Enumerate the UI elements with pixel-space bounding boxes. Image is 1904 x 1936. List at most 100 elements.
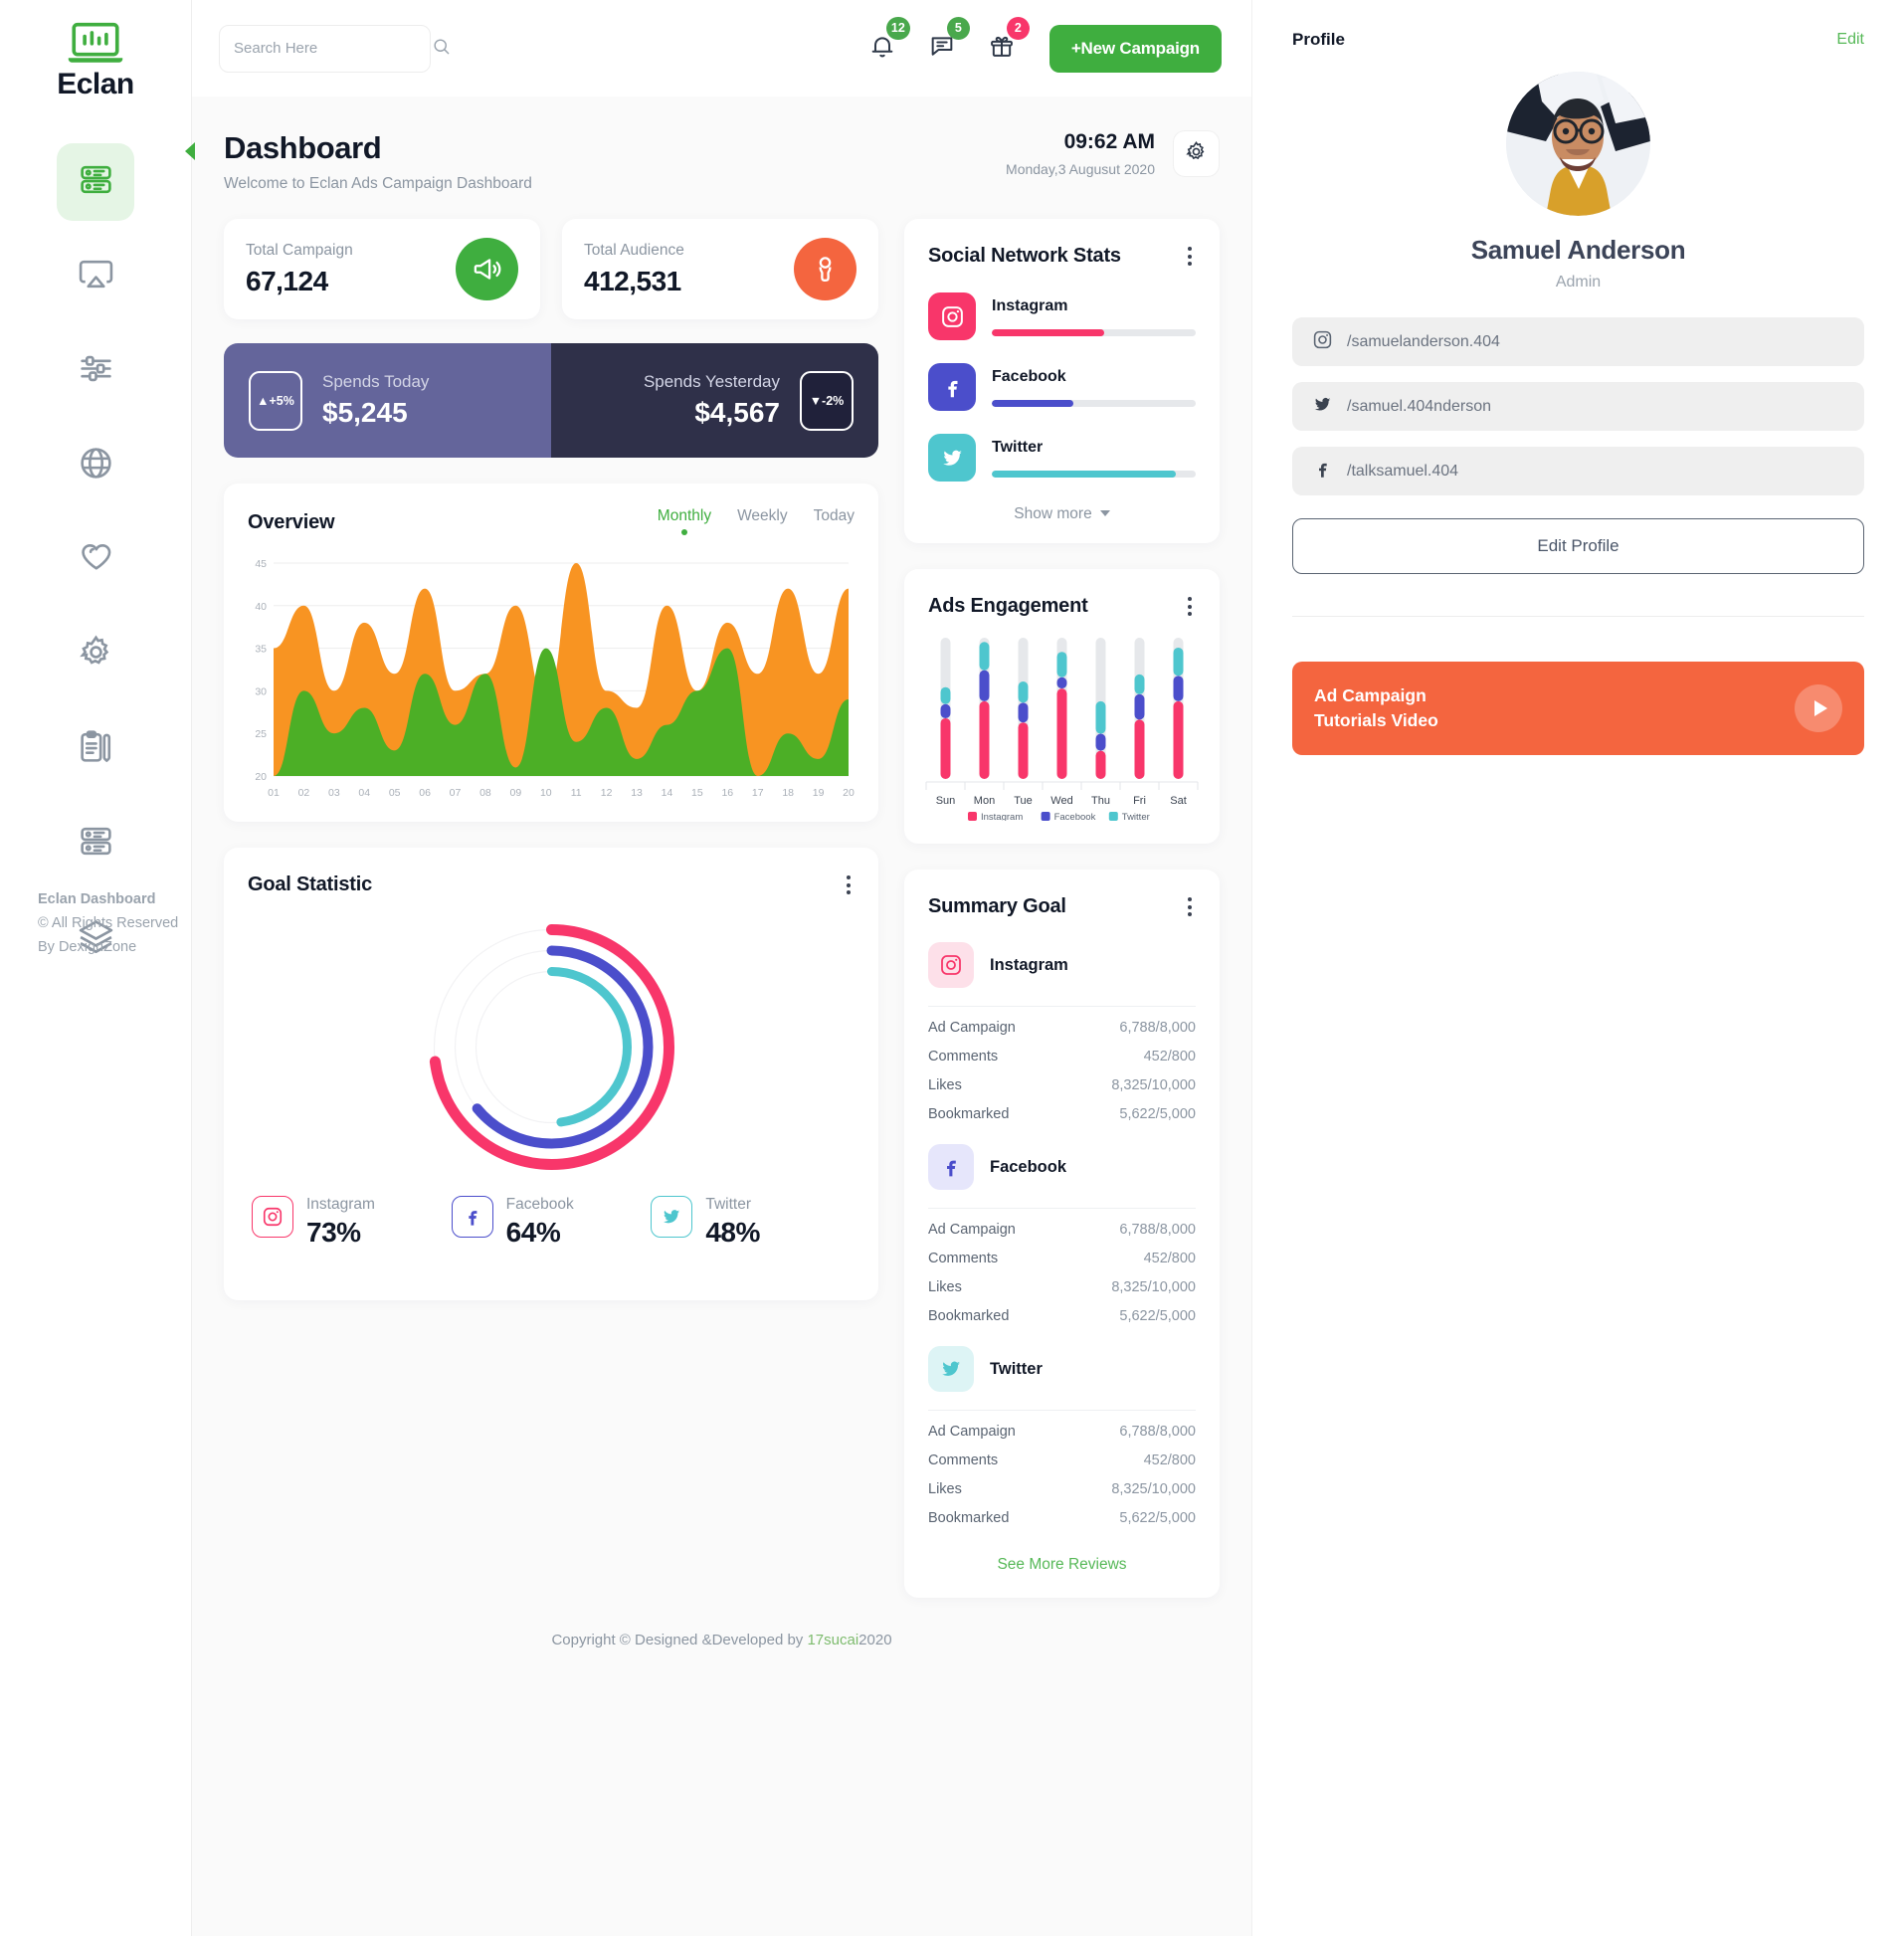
- divider: [1292, 616, 1864, 617]
- notifications-button[interactable]: 12: [866, 16, 910, 67]
- facebook-icon: [451, 1196, 493, 1238]
- topbar-icons: 12 5 2: [866, 16, 1030, 67]
- clipboard-pen-icon: [78, 728, 114, 770]
- goal-legend-texts: Instagram 73%: [306, 1196, 375, 1249]
- twitter-icon: [1312, 394, 1333, 420]
- profile-handle-facebook[interactable]: /talksamuel.404: [1292, 447, 1864, 495]
- sidebar-item-database[interactable]: [57, 805, 134, 882]
- more-options-icon[interactable]: [1184, 893, 1196, 920]
- sidebar-footer: Eclan Dashboard © All Rights Reserved By…: [0, 888, 191, 960]
- summary-metric-value: 5,622/5,000: [1119, 1308, 1196, 1324]
- more-options-icon[interactable]: [1184, 243, 1196, 270]
- instagram-icon: [928, 942, 974, 988]
- social-stat-row-instagram: Instagram: [904, 292, 1220, 340]
- summary-metric-value: 5,622/5,000: [1119, 1106, 1196, 1122]
- summary-goal-card: Summary Goal Instagram Ad Campaign 6,788…: [904, 870, 1220, 1598]
- tutorial-line2: Tutorials Video: [1314, 710, 1438, 730]
- svg-text:06: 06: [419, 787, 431, 799]
- profile-edit-link[interactable]: Edit: [1836, 31, 1864, 49]
- notifications-badge: 12: [885, 16, 910, 40]
- tab-weekly[interactable]: Weekly: [737, 507, 788, 537]
- svg-text:15: 15: [691, 787, 703, 799]
- page-title: Dashboard: [224, 130, 382, 165]
- brand[interactable]: Eclan: [57, 22, 134, 101]
- new-campaign-button[interactable]: +New Campaign: [1048, 24, 1222, 73]
- stat-card-total-campaign: Total Campaign 67,124: [224, 219, 540, 319]
- left-column: Total Campaign 67,124 Total Audience 412…: [224, 219, 878, 1300]
- search-input[interactable]: [234, 40, 432, 57]
- summary-metric-label: Likes: [928, 1481, 962, 1497]
- see-more-reviews-link[interactable]: See More Reviews: [904, 1556, 1220, 1574]
- svg-text:09: 09: [510, 787, 522, 799]
- svg-text:20: 20: [255, 771, 267, 783]
- gear-icon: [78, 634, 114, 676]
- facebook-icon: [1312, 459, 1333, 484]
- tab-monthly[interactable]: Monthly: [658, 507, 711, 537]
- footer-link[interactable]: 17sucai: [807, 1632, 858, 1648]
- profile-handle-instagram[interactable]: /samuelanderson.404: [1292, 317, 1864, 366]
- sidebar: Eclan Eclan Dashboard © All Rights Reser…: [0, 0, 195, 1936]
- server-icon: [78, 823, 114, 865]
- sidebar-item-display[interactable]: [57, 238, 134, 315]
- profile-handle-text: /samuel.404nderson: [1347, 397, 1491, 415]
- ads-engagement-chart: Sun Mon Tue Wed Thu Fri Sat Instagram Facebook Tw…: [904, 620, 1220, 826]
- stat-value: 67,124: [246, 265, 328, 296]
- page-footer: Copyright © Designed &Developed by 17suc…: [224, 1598, 1220, 1676]
- chevron-down-icon: [1099, 510, 1110, 516]
- summary-goal-header: Summary Goal: [904, 870, 1220, 920]
- play-icon[interactable]: [1795, 684, 1842, 732]
- sidebar-item-globe[interactable]: [57, 427, 134, 504]
- show-more-button[interactable]: Show more: [904, 505, 1220, 523]
- spends-today-texts: Spends Today $5,245: [322, 372, 429, 429]
- page-settings-button[interactable]: [1173, 130, 1220, 177]
- search-box[interactable]: [219, 24, 450, 73]
- summary-metric-row: Likes 8,325/10,000: [928, 1077, 1196, 1093]
- summary-platform-name: Instagram: [990, 955, 1068, 974]
- sidebar-item-settings[interactable]: [57, 616, 134, 693]
- gear-icon: [1185, 140, 1208, 168]
- tab-today[interactable]: Today: [814, 507, 855, 537]
- summary-metric-value: 452/800: [1143, 1251, 1196, 1266]
- spends-yesterday-value: $4,567: [694, 397, 780, 428]
- avatar: [1506, 72, 1650, 216]
- ads-engagement-header: Ads Engagement: [904, 569, 1220, 620]
- dashboard-grid: Total Campaign 67,124 Total Audience 412…: [224, 219, 1220, 1598]
- sidebar-item-reports[interactable]: [57, 710, 134, 788]
- more-options-icon[interactable]: [1184, 593, 1196, 620]
- edit-profile-button[interactable]: Edit Profile: [1292, 518, 1864, 574]
- sidebar-collapse-arrow[interactable]: [185, 142, 195, 160]
- summary-metric-value: 6,788/8,000: [1119, 1222, 1196, 1238]
- page-subtitle: Welcome to Eclan Ads Campaign Dashboard: [224, 175, 532, 192]
- gifts-button[interactable]: 2: [986, 16, 1030, 67]
- svg-text:05: 05: [389, 787, 401, 799]
- summary-platform-name: Facebook: [990, 1157, 1067, 1176]
- goal-legend-item-instagram: Instagram 73%: [252, 1196, 452, 1249]
- summary-metric-label: Bookmarked: [928, 1106, 1010, 1122]
- stat-label: Total Campaign: [246, 241, 353, 259]
- clock-date: Monday,3 Augusut 2020: [1006, 161, 1155, 177]
- profile-handle-twitter[interactable]: /samuel.404nderson: [1292, 382, 1864, 431]
- messages-button[interactable]: 5: [926, 16, 970, 67]
- tutorial-video-card[interactable]: Ad Campaign Tutorials Video: [1292, 662, 1864, 755]
- twitter-icon: [928, 434, 976, 482]
- sidebar-item-favorites[interactable]: [57, 521, 134, 599]
- svg-text:Wed: Wed: [1050, 795, 1072, 807]
- sidebar-footer-author: By DexignZone: [38, 938, 137, 955]
- summary-metric-label: Comments: [928, 1452, 999, 1468]
- sidebar-item-settings-sliders[interactable]: [57, 332, 134, 410]
- tutorial-line1: Ad Campaign: [1314, 685, 1427, 706]
- summary-metric-value: 5,622/5,000: [1119, 1510, 1196, 1526]
- search-icon[interactable]: [432, 37, 451, 61]
- social-stat-content: Instagram: [992, 297, 1196, 336]
- more-options-icon[interactable]: [843, 871, 855, 898]
- avatar-wrap: [1292, 72, 1864, 216]
- sidebar-item-dashboard[interactable]: [57, 143, 134, 221]
- svg-text:Tue: Tue: [1014, 795, 1033, 807]
- laptop-chart-icon: [67, 22, 124, 66]
- facebook-icon: [928, 1144, 974, 1190]
- progress-track: [992, 470, 1196, 478]
- stat-value: 412,531: [584, 265, 681, 296]
- goal-statistic-header: Goal Statistic: [224, 848, 878, 898]
- goal-legend-name: Instagram: [306, 1196, 375, 1213]
- summary-metric-label: Ad Campaign: [928, 1424, 1016, 1440]
